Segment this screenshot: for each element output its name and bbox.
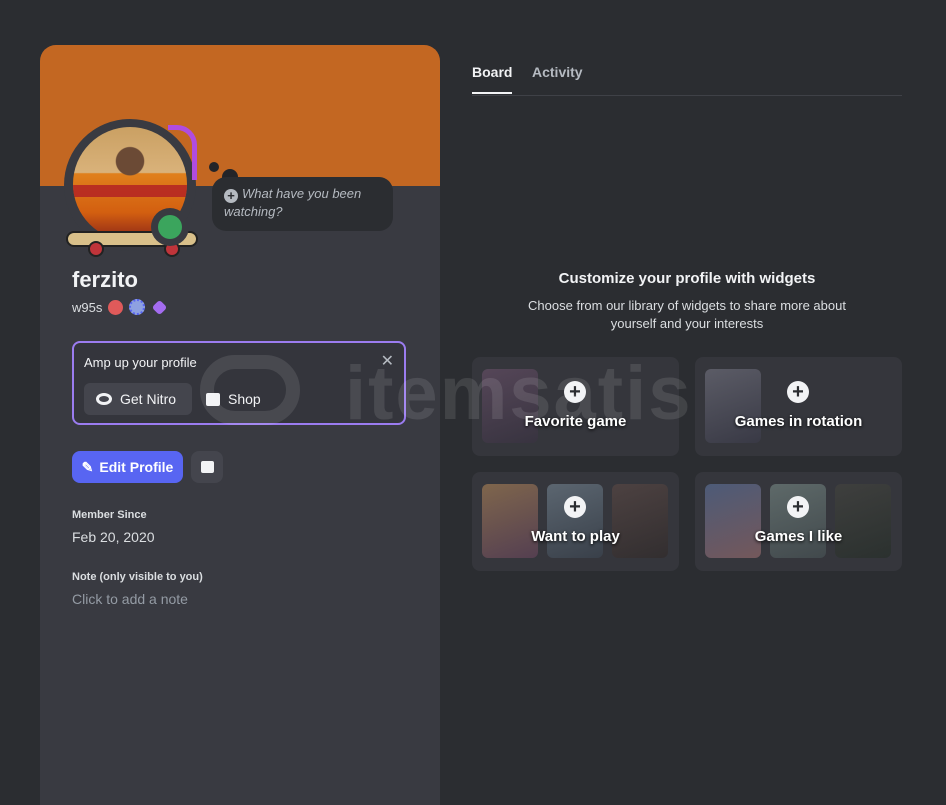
widget-card-games-in-rotation[interactable]: + Games in rotation xyxy=(695,357,902,456)
nitro-icon xyxy=(96,393,112,405)
nitro-upsell-title: Amp up your profile xyxy=(84,355,197,370)
hypesquad-badge-icon[interactable] xyxy=(108,299,124,315)
widget-label: Want to play xyxy=(531,528,620,545)
note-label: Note (only visible to you) xyxy=(72,571,203,583)
pencil-icon: ✎ xyxy=(81,458,94,475)
add-icon: + xyxy=(787,496,809,518)
username-row: w95s xyxy=(72,299,168,315)
widget-card-want-to-play[interactable]: + Want to play xyxy=(472,472,679,571)
add-icon: + xyxy=(787,381,809,403)
online-status-icon xyxy=(158,215,182,239)
note-input[interactable]: Click to add a note xyxy=(72,591,188,607)
watermark-logo-icon xyxy=(200,355,300,425)
widget-card-games-i-like[interactable]: + Games I like xyxy=(695,472,902,571)
tab-activity[interactable]: Activity xyxy=(532,64,583,80)
edit-profile-label: Edit Profile xyxy=(99,459,174,475)
widget-label: Games I like xyxy=(754,528,843,545)
edit-profile-button[interactable]: ✎ Edit Profile xyxy=(72,451,183,483)
display-name: ferzito xyxy=(72,267,138,292)
game-thumbnail xyxy=(835,484,891,558)
username: w95s xyxy=(72,299,103,315)
add-icon: + xyxy=(564,496,586,518)
game-thumbnail xyxy=(705,369,761,443)
watermark: itemsatis xyxy=(345,351,693,436)
widgets-subtitle: Choose from our library of widgets to sh… xyxy=(528,298,846,331)
shop-icon xyxy=(200,461,214,473)
game-thumbnail xyxy=(705,484,761,558)
member-since-label: Member Since xyxy=(72,509,147,521)
profile-tabs: Board Activity xyxy=(472,64,902,96)
widgets-title: Customize your profile with widgets xyxy=(558,270,816,287)
get-nitro-label: Get Nitro xyxy=(120,391,177,407)
game-thumbnail xyxy=(612,484,668,558)
get-nitro-button[interactable]: Get Nitro xyxy=(84,383,192,415)
nitro-badge-icon[interactable] xyxy=(129,299,146,315)
member-since-value: Feb 20, 2020 xyxy=(72,529,155,545)
add-icon: + xyxy=(224,189,238,203)
widget-label: Games in rotation xyxy=(734,413,863,430)
skateboard-wheel-icon xyxy=(88,241,104,257)
boost-badge-icon[interactable] xyxy=(152,299,168,315)
tab-board[interactable]: Board xyxy=(472,64,513,94)
status-bubble[interactable]: + What have you been watching? xyxy=(212,177,393,231)
avatar-decoration xyxy=(168,125,197,180)
shop-gift-button[interactable] xyxy=(191,451,223,483)
status-prompt: What have you been watching? xyxy=(224,186,362,219)
bubble-tail-small xyxy=(209,162,219,172)
game-thumbnail xyxy=(482,484,538,558)
